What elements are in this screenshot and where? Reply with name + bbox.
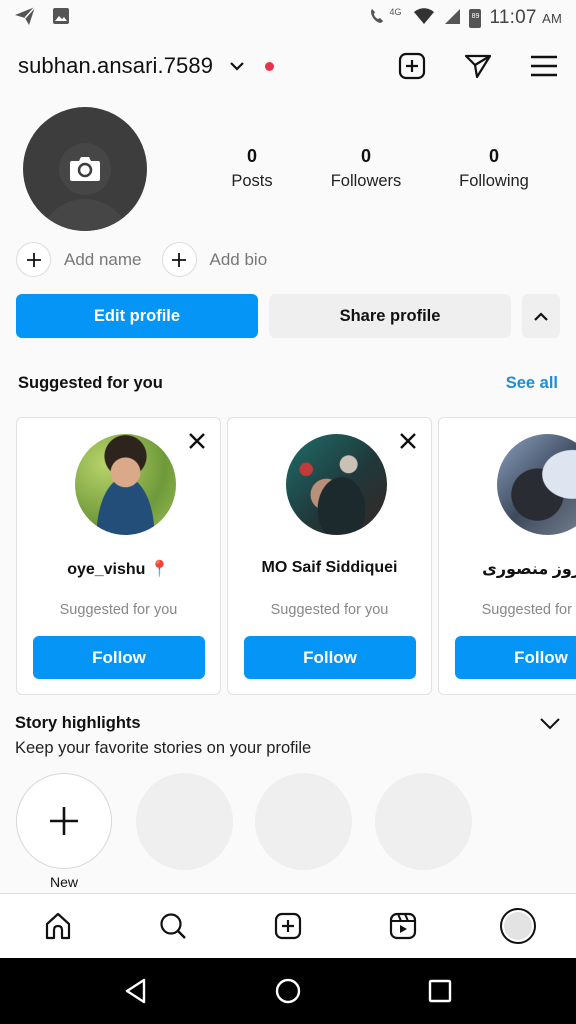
profile-actions: Edit profile Share profile <box>16 294 560 338</box>
edit-profile-button[interactable]: Edit profile <box>16 294 258 338</box>
add-bio-button[interactable] <box>161 242 197 277</box>
stat-label: Followers <box>330 172 402 190</box>
follow-button[interactable]: Follow <box>455 636 576 679</box>
follow-button[interactable]: Follow <box>33 636 205 679</box>
stat-following[interactable]: 0 Following <box>434 146 554 191</box>
profile-avatar[interactable] <box>488 901 548 951</box>
profile-picture[interactable] <box>23 107 147 231</box>
suggestion-subtitle: Suggested for you <box>270 602 389 618</box>
suggestion-avatar[interactable] <box>75 434 176 535</box>
suggested-carousel[interactable]: oye_vishu 📍 Suggested for you Follow MO … <box>16 417 576 697</box>
new-highlight-label: New <box>49 874 78 890</box>
reels-icon[interactable] <box>373 901 433 951</box>
add-info-row: Add name Add bio <box>16 242 287 277</box>
story-highlights-title: Story highlights <box>15 714 141 732</box>
home-icon[interactable] <box>28 901 88 951</box>
suggestion-card[interactable]: oye_vishu 📍 Suggested for you Follow <box>16 417 221 695</box>
search-icon[interactable] <box>143 901 203 951</box>
stat-value: 0 <box>488 146 499 166</box>
suggestion-subtitle: Suggested for you <box>481 602 576 618</box>
suggestion-name[interactable]: oye_vishu 📍 <box>17 559 220 579</box>
back-icon[interactable] <box>111 966 161 1016</box>
home-circle-icon[interactable] <box>263 966 313 1016</box>
dismiss-icon[interactable] <box>399 432 417 455</box>
gallery-icon <box>52 7 70 30</box>
suggestion-avatar[interactable] <box>286 434 387 535</box>
plus-icon <box>50 807 78 835</box>
account-switch-chevron-icon[interactable] <box>229 61 245 71</box>
clock-time: 11:07 <box>489 7 537 28</box>
stat-posts[interactable]: 0 Posts <box>192 146 312 191</box>
add-bio-label[interactable]: Add bio <box>210 250 268 270</box>
plus-icon <box>26 252 41 267</box>
new-post-icon[interactable] <box>398 52 426 80</box>
battery-icon: 89 <box>469 8 482 28</box>
profile-header: subhan.ansari.7589 <box>0 40 576 92</box>
add-name-button[interactable] <box>16 242 51 277</box>
camera-icon <box>69 154 101 187</box>
suggestion-name[interactable]: فیروز منصوری <box>439 559 576 579</box>
profile-avatar-image <box>504 912 533 940</box>
call-icon <box>369 7 385 30</box>
clock: 11:07 AM <box>489 7 562 29</box>
suggestion-card[interactable]: MO Saif Siddiquei Suggested for you Foll… <box>227 417 432 695</box>
follow-button[interactable]: Follow <box>244 636 416 679</box>
stat-value: 0 <box>360 146 371 166</box>
plus-icon <box>172 252 186 267</box>
chevron-down-icon[interactable] <box>539 717 561 735</box>
story-highlights-subtitle: Keep your favorite stories on your profi… <box>15 739 312 757</box>
signal-icon <box>443 7 461 30</box>
network-type: 4G <box>389 7 402 17</box>
battery-level: 89 <box>471 12 480 20</box>
toggle-suggestions-button[interactable] <box>522 294 560 338</box>
highlight-placeholder <box>375 773 472 870</box>
suggestion-avatar[interactable] <box>497 434 576 535</box>
recents-icon[interactable] <box>415 966 465 1016</box>
add-name-label[interactable]: Add name <box>64 250 142 270</box>
highlight-placeholder <box>255 773 352 870</box>
chevron-up-icon <box>534 311 548 321</box>
suggestion-card[interactable]: فیروز منصوری Suggested for you Follow <box>438 417 576 695</box>
notification-dot <box>265 61 275 71</box>
username[interactable]: subhan.ansari.7589 <box>18 53 213 79</box>
highlight-placeholder <box>136 773 233 870</box>
suggested-header: Suggested for you See all <box>18 374 558 393</box>
telegram-icon <box>14 5 36 31</box>
menu-icon[interactable] <box>530 54 558 78</box>
direct-message-icon[interactable] <box>464 53 492 79</box>
clock-ampm: AM <box>542 11 562 26</box>
system-navigation <box>0 958 576 1024</box>
stat-label: Posts <box>231 172 273 190</box>
see-all-link[interactable]: See all <box>506 374 558 393</box>
bottom-navigation <box>0 893 576 958</box>
suggestion-name[interactable]: MO Saif Siddiquei <box>228 559 431 577</box>
create-icon[interactable] <box>258 901 318 951</box>
suggestion-subtitle: Suggested for you <box>59 602 178 618</box>
profile-avatar-ring <box>500 908 537 944</box>
share-profile-button[interactable]: Share profile <box>269 294 511 338</box>
suggested-title: Suggested for you <box>18 374 163 392</box>
status-bar: 4G 89 11:07 AM <box>0 0 576 36</box>
stat-value: 0 <box>246 146 257 166</box>
new-highlight-button[interactable] <box>16 773 112 869</box>
avatar-placeholder-body <box>39 199 131 231</box>
dismiss-icon[interactable] <box>188 432 206 455</box>
story-highlights-section: Story highlights Keep your favorite stor… <box>15 714 565 758</box>
wifi-icon <box>413 7 435 30</box>
stat-label: Following <box>459 172 529 190</box>
stat-followers[interactable]: 0 Followers <box>306 146 426 191</box>
